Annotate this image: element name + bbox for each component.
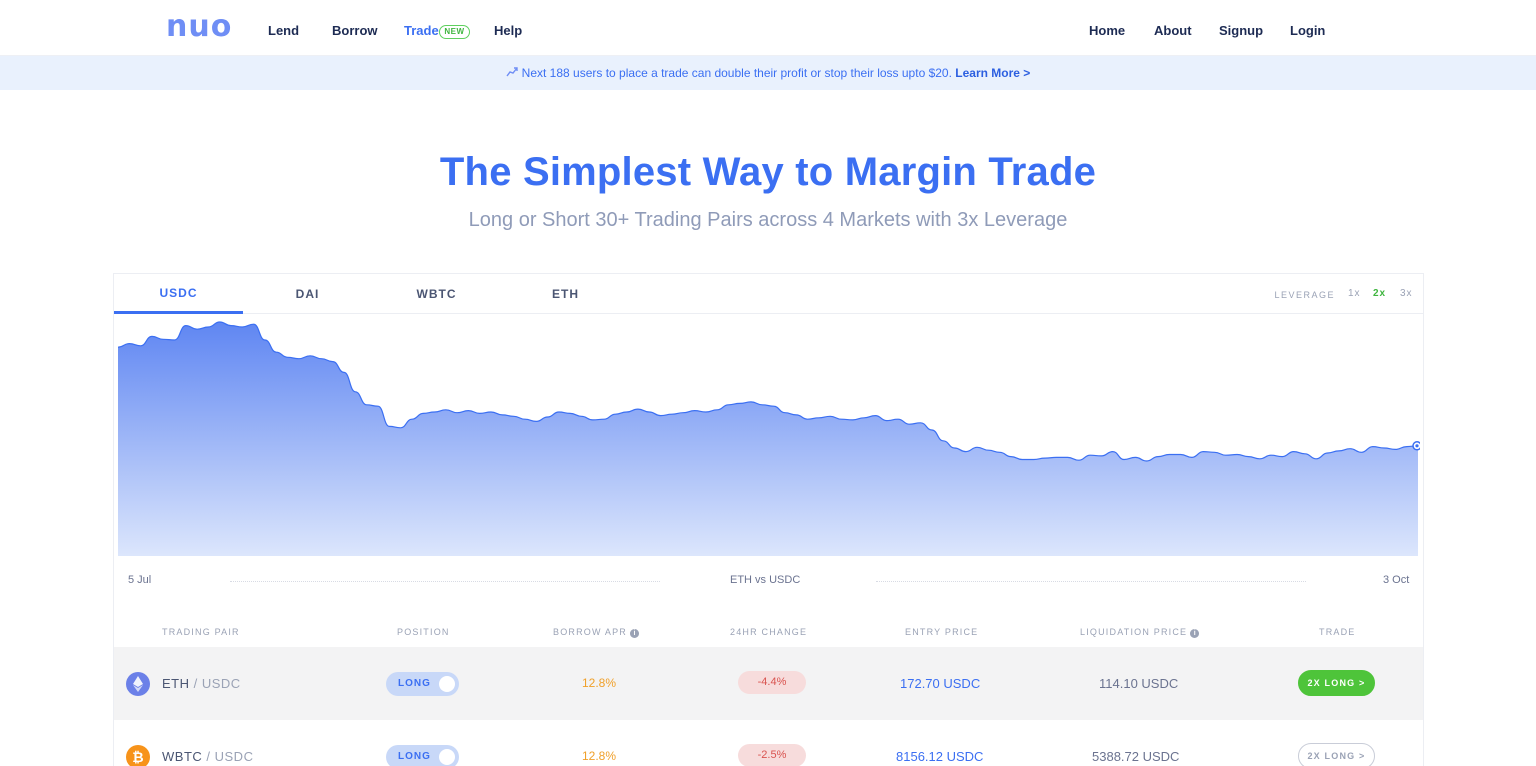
info-icon[interactable]: i <box>630 629 640 638</box>
nav-lend-link[interactable]: Lend <box>268 23 299 38</box>
bitcoin-icon: ₿ <box>126 745 150 766</box>
rocket-icon <box>506 56 518 90</box>
page-title: The Simplest Way to Margin Trade <box>439 150 1097 194</box>
chart-title: ETH vs USDC <box>730 574 801 586</box>
nav-home-link[interactable]: Home <box>1089 23 1125 38</box>
toggle-knob <box>439 749 455 765</box>
change-badge: -2.5% <box>738 744 806 766</box>
trade-button[interactable]: 2X LONG > <box>1298 743 1375 766</box>
chart-divider-left <box>230 581 660 582</box>
nav-borrow-link[interactable]: Borrow <box>332 23 378 38</box>
chart-start-date: 5 Jul <box>128 574 152 586</box>
page-subtitle: Long or Short 30+ Trading Pairs across 4… <box>468 209 1068 231</box>
trading-pair: WBTC / USDC <box>162 749 254 764</box>
header-24hr-change: 24HR CHANGE <box>730 627 808 637</box>
borrow-apr-value: 12.8% <box>582 676 617 690</box>
learn-more-link[interactable]: Learn More > <box>955 66 1030 80</box>
tab-eth[interactable]: ETH <box>501 274 630 314</box>
borrow-apr-value: 12.8% <box>582 749 617 763</box>
liquidation-price-value: 5388.72 USDC <box>1092 749 1180 764</box>
liquidation-price-value: 114.10 USDC <box>1099 676 1179 691</box>
price-area-fill <box>118 322 1418 556</box>
info-icon[interactable]: i <box>1190 629 1200 638</box>
nav-help-link[interactable]: Help <box>494 23 522 38</box>
header-entry-price: ENTRY PRICE <box>905 627 979 637</box>
ethereum-icon <box>126 672 150 696</box>
top-navbar: nuo Lend Borrow Trade NEW Help Home Abou… <box>0 0 1536 56</box>
trade-card: USDC DAI WBTC ETH LEVERAGE 1x 2x 3x 5 Ju… <box>113 273 1424 766</box>
table-row[interactable]: ₿ WBTC / USDC LONG 12.8% -2.5% 8156.12 U… <box>114 720 1423 766</box>
trading-pair: ETH / USDC <box>162 676 241 691</box>
header-borrow-apr: BORROW APR i <box>553 627 640 638</box>
new-badge: NEW <box>439 25 470 39</box>
entry-price-value: 172.70 USDC <box>900 676 981 691</box>
chart-end-date: 3 Oct <box>1383 574 1410 586</box>
position-toggle[interactable]: LONG <box>386 745 459 766</box>
toggle-knob <box>439 676 455 692</box>
entry-price-value: 8156.12 USDC <box>896 749 984 764</box>
position-toggle[interactable]: LONG <box>386 672 459 696</box>
header-trading-pair: TRADING PAIR <box>162 627 240 637</box>
change-badge: -4.4% <box>738 671 806 694</box>
tab-wbtc[interactable]: WBTC <box>372 274 501 314</box>
nav-trade-link[interactable]: Trade <box>404 23 439 38</box>
leverage-2x[interactable]: 2x <box>1373 288 1386 299</box>
price-area-chart <box>118 321 1420 556</box>
promo-banner: Next 188 users to place a trade can doub… <box>0 56 1536 90</box>
nav-about-link[interactable]: About <box>1154 23 1192 38</box>
header-trade: TRADE <box>1319 627 1356 637</box>
leverage-label: LEVERAGE <box>1274 290 1335 300</box>
table-header: TRADING PAIR POSITION BORROW APR i 24HR C… <box>114 619 1423 649</box>
nav-login-link[interactable]: Login <box>1290 23 1325 38</box>
current-price-dot <box>1415 444 1419 448</box>
chart-divider-right <box>876 581 1306 582</box>
leverage-3x[interactable]: 3x <box>1400 288 1413 299</box>
nav-signup-link[interactable]: Signup <box>1219 23 1263 38</box>
nuo-logo[interactable]: nuo <box>166 12 232 42</box>
promo-text: Next 188 users to place a trade can doub… <box>521 66 952 80</box>
tab-usdc[interactable]: USDC <box>114 274 243 314</box>
table-row[interactable]: ETH / USDC LONG 12.8% -4.4% 172.70 USDC … <box>114 647 1423 720</box>
tab-dai[interactable]: DAI <box>243 274 372 314</box>
trade-button[interactable]: 2X LONG > <box>1298 670 1375 696</box>
market-tabs: USDC DAI WBTC ETH LEVERAGE 1x 2x 3x <box>114 274 1423 314</box>
leverage-1x[interactable]: 1x <box>1348 288 1361 299</box>
header-position: POSITION <box>397 627 450 637</box>
header-liquidation-price: LIQUIDATION PRICE i <box>1080 627 1200 638</box>
